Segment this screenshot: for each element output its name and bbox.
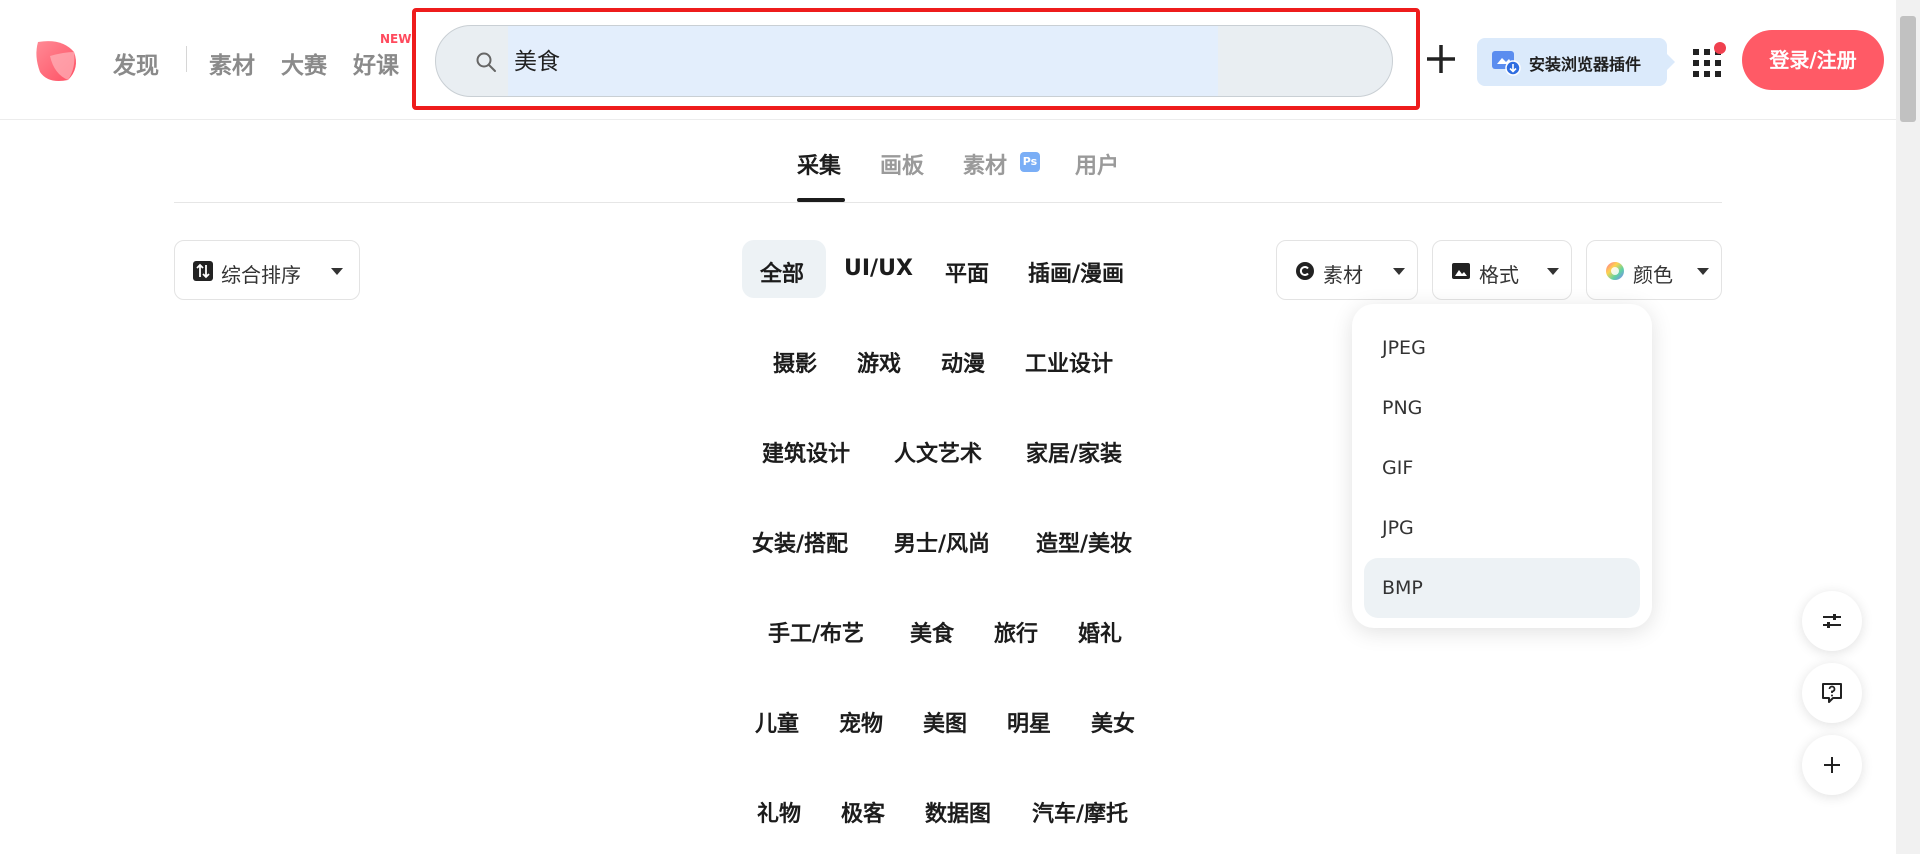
material-filter-label: 素材 [1323,263,1363,287]
help-icon [1822,683,1842,703]
chevron-down-icon [331,268,343,275]
category-item[interactable]: 汽车/摩托 [1032,796,1128,828]
search-highlight-box [412,8,1420,110]
copyright-icon [1296,262,1314,280]
category-item[interactable]: 宠物 [839,706,883,738]
category-item[interactable]: 摄影 [773,346,817,378]
tab-users[interactable]: 用户 [1075,148,1119,180]
ps-badge: Ps [1020,152,1040,172]
category-item[interactable]: 礼物 [757,796,801,828]
format-filter-label: 格式 [1479,263,1519,287]
login-register-button[interactable]: 登录/注册 [1742,30,1884,90]
tabs-divider [174,202,1722,203]
logo-icon[interactable] [34,38,80,84]
category-item[interactable]: 极客 [841,796,885,828]
tab-collect[interactable]: 采集 [797,148,841,180]
feedback-button[interactable] [1802,663,1862,723]
format-filter-dropdown[interactable]: 格式 [1432,240,1572,300]
category-item[interactable]: 插画/漫画 [1028,256,1124,288]
add-button[interactable] [1802,735,1862,795]
install-plugin-button[interactable]: 安装浏览器插件 [1477,38,1675,86]
sort-icon [193,261,213,281]
category-item[interactable]: 手工/布艺 [768,616,864,648]
category-item[interactable]: 美食 [910,616,954,648]
top-header: 发现 素材 大赛 好课 NEW 安装浏览器插件 登录/注册 [0,0,1896,120]
category-item[interactable]: 工业设计 [1025,346,1113,378]
category-item[interactable]: 美图 [923,706,967,738]
install-plugin-label: 安装浏览器插件 [1529,55,1642,74]
plus-icon [1824,757,1840,773]
filter-settings-button[interactable] [1802,591,1862,651]
category-item[interactable]: 美女 [1091,706,1135,738]
category-item[interactable]: 家居/家装 [1026,436,1122,468]
format-option-gif[interactable]: GIF [1364,438,1640,498]
category-item[interactable]: 造型/美妆 [1036,526,1132,558]
category-item[interactable]: 全部 [760,256,804,288]
plus-icon[interactable] [1424,42,1458,76]
scrollbar-thumb[interactable] [1900,16,1916,122]
color-filter-label: 颜色 [1633,263,1673,287]
sliders-icon [1823,614,1841,628]
color-filter-dropdown[interactable]: 颜色 [1586,240,1722,300]
new-badge: NEW [380,32,412,46]
category-item[interactable]: 明星 [1007,706,1051,738]
nav-courses[interactable]: 好课 [353,46,399,80]
color-wheel-icon [1606,262,1624,280]
category-item[interactable]: 婚礼 [1078,616,1122,648]
chevron-down-icon [1547,268,1559,275]
category-item[interactable]: 建筑设计 [762,436,850,468]
sort-label: 综合排序 [221,263,301,287]
category-item[interactable]: 平面 [945,256,989,288]
format-option-jpeg[interactable]: JPEG [1364,318,1640,378]
material-filter-dropdown[interactable]: 素材 [1276,240,1418,300]
format-option-png[interactable]: PNG [1364,378,1640,438]
nav-discover[interactable]: 发现 [113,46,159,80]
format-option-bmp[interactable]: BMP [1364,558,1640,618]
category-item[interactable]: 游戏 [857,346,901,378]
nav-contest[interactable]: 大赛 [281,46,327,80]
category-item[interactable]: 动漫 [941,346,985,378]
category-item[interactable]: 女装/搭配 [752,526,848,558]
tab-boards[interactable]: 画板 [880,148,924,180]
category-item[interactable]: 数据图 [925,796,991,828]
nav-material[interactable]: 素材 [209,46,255,80]
sort-dropdown[interactable]: 综合排序 [174,240,360,300]
notification-dot [1714,42,1726,54]
nav-divider [186,46,187,72]
category-item[interactable]: 男士/风尚 [894,526,990,558]
chevron-down-icon [1697,268,1709,275]
category-item[interactable]: 儿童 [755,706,799,738]
image-icon [1452,263,1470,279]
format-option-jpg[interactable]: JPG [1364,498,1640,558]
page-scrollbar[interactable] [1896,0,1920,854]
plugin-download-icon [1492,51,1521,76]
chevron-down-icon [1393,268,1405,275]
category-item[interactable]: 旅行 [994,616,1038,648]
category-item[interactable]: 人文艺术 [894,436,982,468]
format-dropdown-menu: JPEG PNG GIF JPG BMP [1352,304,1652,628]
tab-material[interactable]: 素材 [963,148,1007,180]
category-item[interactable]: UI/UX [844,256,913,281]
